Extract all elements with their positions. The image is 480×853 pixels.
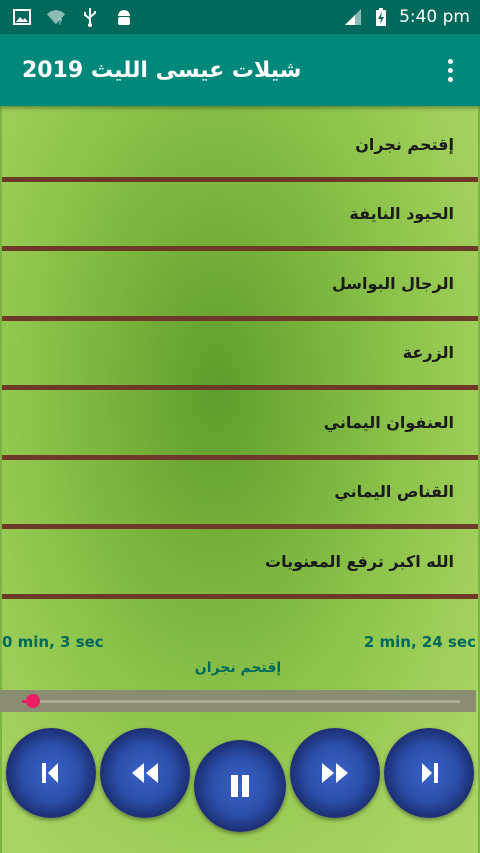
signal-icon <box>343 7 363 27</box>
elapsed-time: 0 min, 3 sec <box>2 633 104 651</box>
track-label: العنفوان اليماني <box>323 412 454 432</box>
android-icon <box>114 7 134 27</box>
playlist[interactable]: إقتحم نجران الحيود النايفة الرجال البواس… <box>2 112 478 602</box>
battery-charging-icon <box>371 7 391 27</box>
previous-button[interactable] <box>6 728 96 818</box>
total-duration: 2 min, 24 sec <box>363 633 476 651</box>
track-label: الرجال البواسل <box>332 273 454 293</box>
track-label: الحيود النايفة <box>349 204 454 224</box>
app-title: شيلات عيسى الليث 2019 <box>22 57 302 83</box>
track-label: إقتحم نجران <box>355 134 454 154</box>
now-playing-title: إقتحم نجران <box>194 660 282 676</box>
svg-text:?: ? <box>58 16 62 26</box>
previous-icon <box>42 763 58 783</box>
wifi-unknown-icon: ? <box>46 7 66 27</box>
time-readout: 0 min, 3 sec 2 min, 24 sec <box>0 633 476 651</box>
clock-time: 5:40 pm <box>399 7 470 27</box>
list-item[interactable]: الله اكبر ترفع المعنويات <box>2 529 478 599</box>
list-item[interactable]: الرجال البواسل <box>2 251 478 321</box>
list-item[interactable]: الزرعة <box>2 321 478 390</box>
seek-thumb[interactable] <box>25 694 40 708</box>
track-label: الله اكبر ترفع المعنويات <box>265 551 454 571</box>
pause-button[interactable] <box>194 740 286 832</box>
rewind-button[interactable] <box>100 728 190 818</box>
list-item[interactable]: الحيود النايفة <box>2 182 478 251</box>
list-item[interactable]: إقتحم نجران <box>2 112 478 182</box>
rewind-icon <box>132 763 158 783</box>
seek-track <box>22 700 460 703</box>
next-icon <box>422 763 438 783</box>
app-bar: شيلات عيسى الليث 2019 <box>0 34 480 106</box>
usb-icon <box>80 7 100 27</box>
pause-icon <box>231 775 249 797</box>
status-bar: ? 5:40 pm <box>0 0 480 34</box>
seek-bar[interactable] <box>0 690 476 712</box>
next-button[interactable] <box>384 728 474 818</box>
track-label: الزرعة <box>402 343 454 363</box>
more-vert-icon[interactable] <box>430 50 470 90</box>
fast-forward-button[interactable] <box>290 728 380 818</box>
list-item[interactable]: العنفوان اليماني <box>2 390 478 460</box>
list-item[interactable]: القناص اليماني <box>2 460 478 529</box>
image-icon <box>12 7 32 27</box>
track-label: القناص اليماني <box>334 482 454 502</box>
fast-forward-icon <box>322 763 348 783</box>
